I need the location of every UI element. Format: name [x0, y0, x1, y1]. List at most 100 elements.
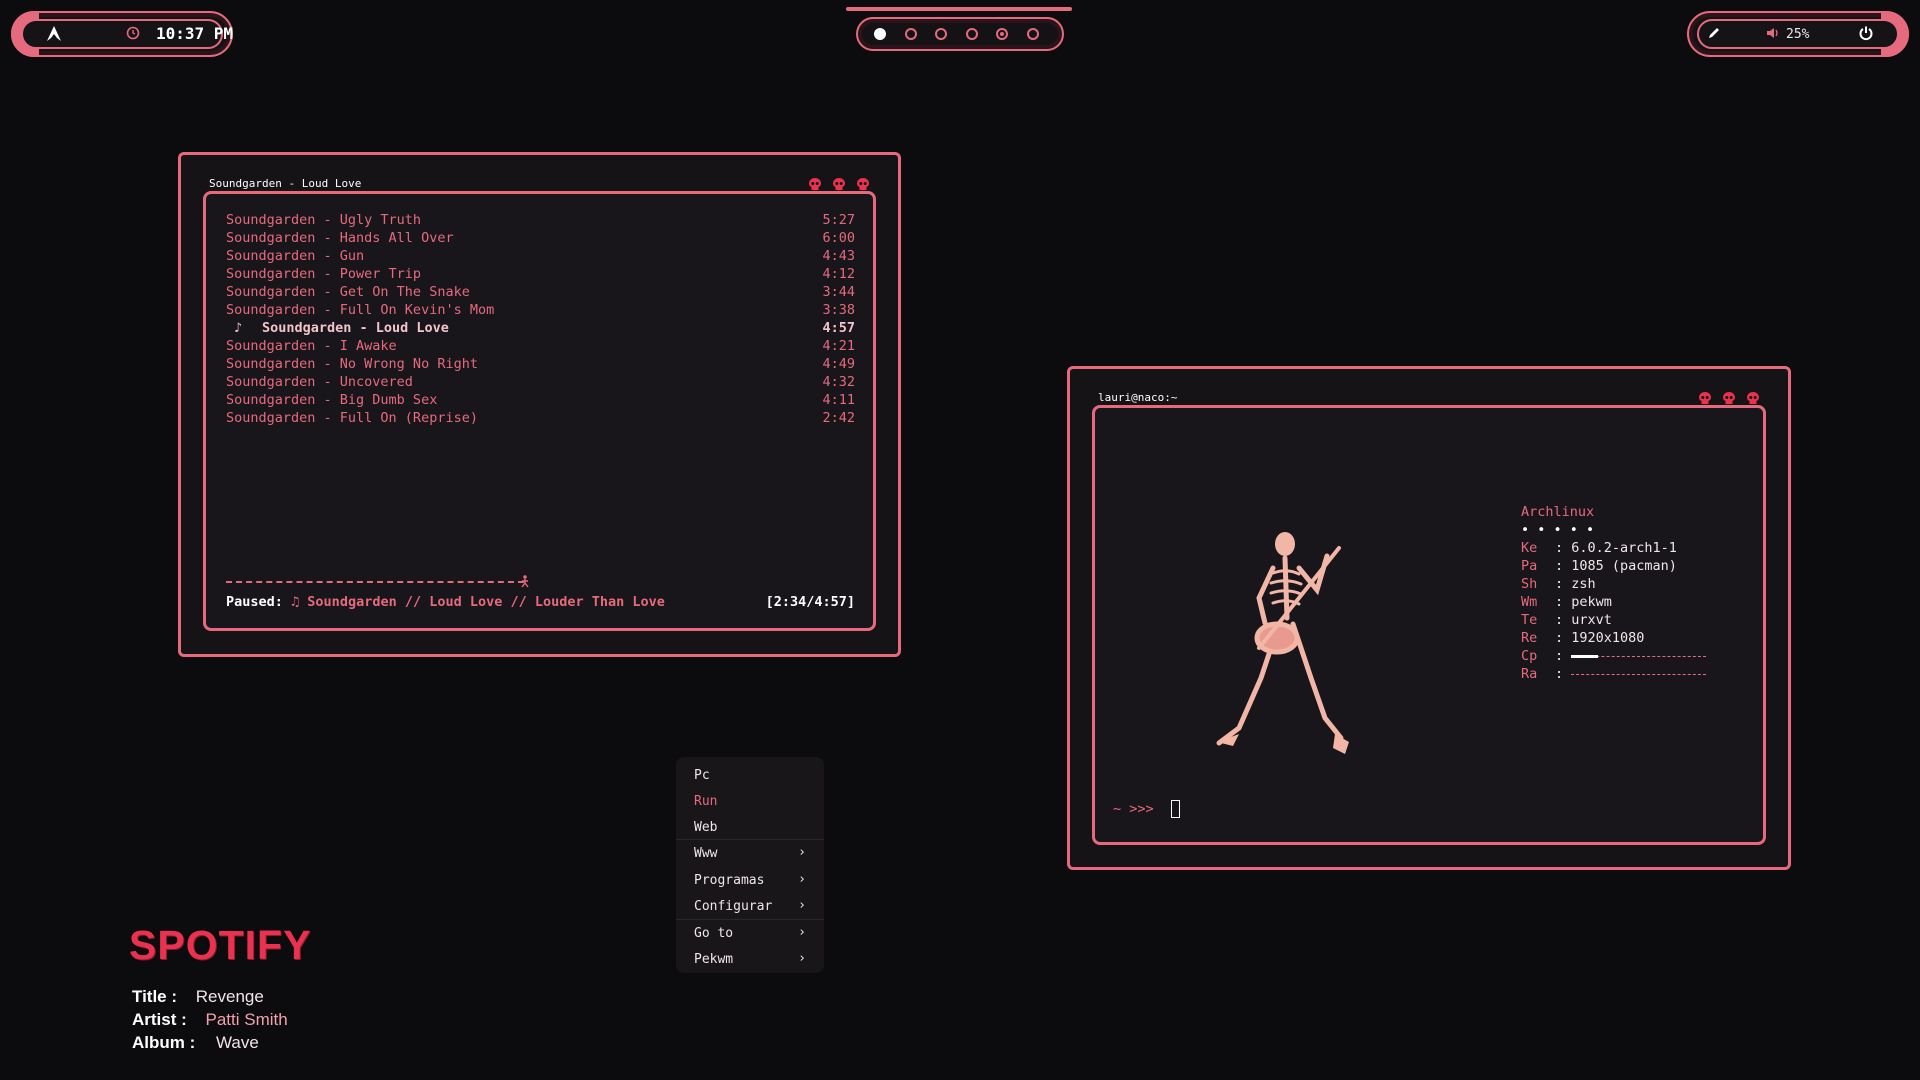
status-time: [2:34/4:57] [765, 594, 855, 610]
menu-item-pekwm[interactable]: Pekwm › [676, 947, 824, 973]
playback-status: Paused: ♫ Soundgarden // Loud Love // Lo… [226, 594, 855, 610]
distro-name: Archlinux [1521, 504, 1595, 520]
workspace-3[interactable] [935, 28, 947, 40]
cpu-bar [1571, 654, 1707, 658]
track-name: Soundgarden - I Awake [226, 338, 397, 354]
song-artist: Patti Smith [205, 1010, 288, 1029]
track-name: Soundgarden - Ugly Truth [226, 212, 422, 228]
menu-item-www[interactable]: Www › [676, 841, 824, 867]
skull-close-icon[interactable] [856, 177, 870, 191]
track-duration: 2:42 [822, 410, 855, 426]
track-row[interactable]: Soundgarden - Uncovered 4:32 [226, 374, 855, 392]
window-title: lauri@naco:~ [1098, 391, 1178, 404]
track-name: Soundgarden - No Wrong No Right [226, 356, 478, 372]
menu-item-web[interactable]: Web [676, 815, 824, 841]
root-menu: Pc Run Web Www › Programas › Configurar › Go to › P… [676, 757, 824, 973]
playlist-panel: Soundgarden - Ugly Truth 5:27 Soundgarden … [203, 191, 876, 631]
track-row[interactable]: Soundgarden - Big Dumb Sex 4:11 [226, 392, 855, 410]
music-player-window[interactable]: Soundgarden - Loud Love Soundgarden - Ug… [178, 152, 901, 657]
track-row[interactable]: Soundgarden - Get On The Snake 3:44 [226, 284, 855, 302]
cpu-row: Cp: [1521, 648, 1707, 666]
info-key: Sh [1521, 576, 1538, 592]
pen-icon[interactable] [1707, 26, 1721, 40]
workspace-4[interactable] [965, 28, 978, 40]
info-value: : 1920x1080 [1555, 630, 1645, 646]
terminal-cursor[interactable] [1171, 800, 1180, 818]
workspace-1[interactable] [874, 28, 886, 40]
menu-item-label: Www [694, 846, 718, 861]
volume-level: 25% [1786, 27, 1810, 42]
skull-minimize-icon[interactable] [808, 177, 822, 191]
shell-prompt: ~ >>> [1113, 801, 1154, 817]
track-row[interactable]: Soundgarden - Hands All Over 6:00 [226, 230, 855, 248]
skull-minimize-icon[interactable] [1698, 391, 1712, 405]
track-row-current[interactable]: ♪ Soundgarden - Loud Love 4:57 [226, 320, 855, 338]
track-duration: 4:21 [822, 338, 855, 354]
cpu-bar-fill [1571, 654, 1599, 658]
status-label: Paused: [226, 594, 283, 610]
title-label: Title : [132, 987, 178, 1006]
chevron-right-icon: › [798, 845, 806, 860]
spotify-logo: SPOTIFY [129, 922, 312, 968]
skull-close-icon[interactable] [1746, 391, 1760, 405]
color-dots: • • • • • [1521, 522, 1595, 538]
track-row[interactable]: Soundgarden - Power Trip 4:12 [226, 266, 855, 284]
track-row[interactable]: Soundgarden - Full On (Reprise) 2:42 [226, 410, 855, 428]
menu-separator [676, 919, 824, 920]
menu-item-configurar[interactable]: Configurar › [676, 894, 824, 920]
track-name: Soundgarden - Full On (Reprise) [226, 410, 478, 426]
info-key: Ke [1521, 540, 1538, 556]
terminal-window[interactable]: lauri@naco:~ Archlinux • • • • • Ke: 6.0… [1067, 366, 1791, 870]
menu-item-go-to[interactable]: Go to › [676, 921, 824, 947]
track-row[interactable]: Soundgarden - Full On Kevin's Mom 3:38 [226, 302, 855, 320]
track-duration: 4:32 [822, 374, 855, 390]
info-row: Ke: 6.0.2-arch1-1 [1521, 540, 1677, 558]
info-key: Re [1521, 630, 1538, 646]
track-duration: 3:38 [822, 302, 855, 318]
spotify-album-row: Album : Wave [132, 1033, 259, 1053]
track-row[interactable]: Soundgarden - Gun 4:43 [226, 248, 855, 266]
spotify-artist-row: Artist : Patti Smith [132, 1010, 288, 1030]
menu-item-label: Configurar [694, 899, 773, 914]
workspace-5[interactable] [996, 28, 1008, 40]
song-title: Revenge [195, 987, 264, 1006]
workspace-switcher [856, 17, 1064, 51]
workspace-6[interactable] [1026, 28, 1039, 40]
clock-time: 10:37 PM [156, 24, 234, 43]
track-name: Soundgarden - Gun [226, 248, 365, 264]
track-row[interactable]: Soundgarden - No Wrong No Right 4:49 [226, 356, 855, 374]
menu-item-label: Web [694, 820, 718, 835]
album-label: Album : [132, 1033, 196, 1052]
menu-item-run[interactable]: Run [676, 789, 824, 815]
clock-icon [126, 26, 140, 40]
menu-item-pc[interactable]: Pc [676, 763, 824, 789]
skeleton-guitar-art [1216, 532, 1349, 754]
menu-item-programas[interactable]: Programas › [676, 868, 824, 894]
track-duration: 4:12 [822, 266, 855, 282]
track-name: Soundgarden - Hands All Over [226, 230, 454, 246]
track-row[interactable]: Soundgarden - Ugly Truth 5:27 [226, 212, 855, 230]
track-duration: 5:27 [822, 212, 855, 228]
speaker-icon[interactable] [1766, 27, 1780, 39]
spotify-title-row: Title : Revenge [132, 987, 264, 1007]
info-value: : urxvt [1555, 612, 1612, 628]
skull-maximize-icon[interactable] [832, 177, 846, 191]
track-duration: 6:00 [822, 230, 855, 246]
track-row[interactable]: Soundgarden - I Awake 4:21 [226, 338, 855, 356]
arch-logo-icon[interactable] [45, 25, 63, 43]
info-key: Te [1521, 612, 1538, 628]
info-row: Te : urxvt [1521, 612, 1612, 630]
menu-separator [676, 839, 824, 840]
terminal-body[interactable]: Archlinux • • • • • Ke: 6.0.2-arch1-1 Pa:… [1092, 405, 1766, 845]
progress-runner-icon [521, 575, 529, 588]
power-icon[interactable] [1858, 25, 1874, 41]
info-row: Wm: pekwm [1521, 594, 1612, 612]
skull-maximize-icon[interactable] [1722, 391, 1736, 405]
playback-progress-bar[interactable] [226, 581, 525, 583]
info-colon: : [1555, 648, 1572, 664]
menu-item-label: Run [694, 794, 718, 809]
info-row: Pa: 1085 (pacman) [1521, 558, 1677, 576]
info-key: Ra [1521, 666, 1538, 682]
workspace-2[interactable] [904, 28, 917, 40]
info-key: Pa [1521, 558, 1538, 574]
